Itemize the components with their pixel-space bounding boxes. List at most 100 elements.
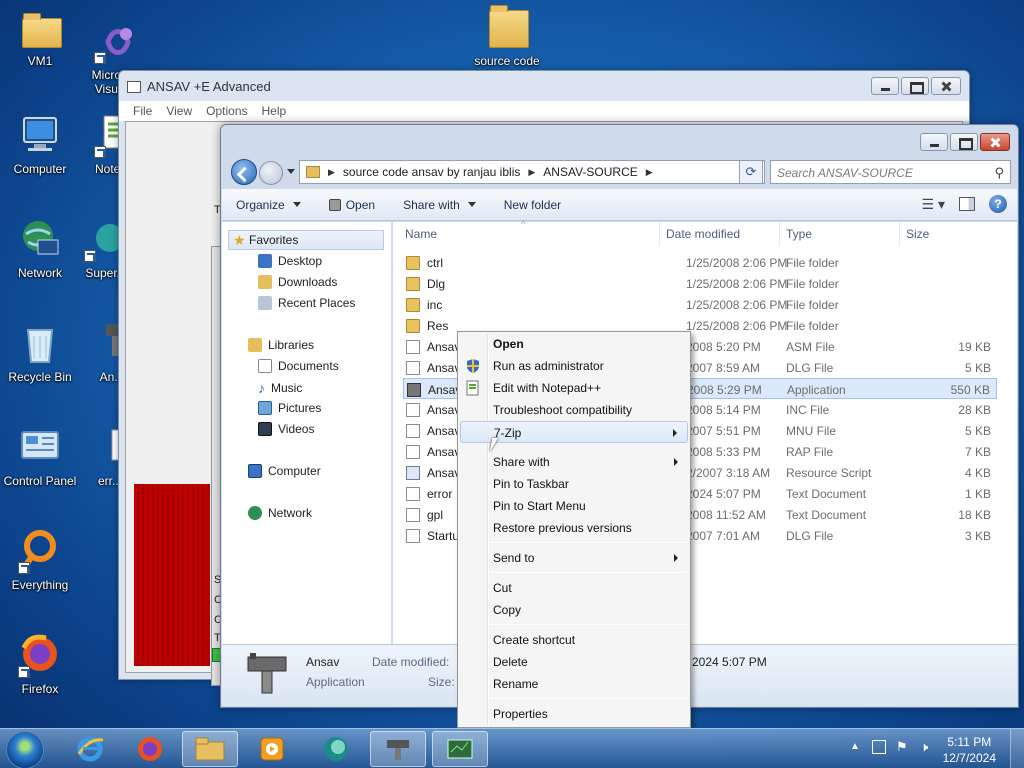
menu-item-open[interactable]: Open bbox=[460, 333, 688, 355]
close-button[interactable] bbox=[980, 133, 1010, 151]
nav-recent-places[interactable]: Recent Places bbox=[258, 296, 355, 310]
share-with-button[interactable]: Share with bbox=[389, 189, 490, 220]
menu-options[interactable]: Options bbox=[206, 104, 247, 118]
breadcrumb-arrow-icon[interactable]: ▶ bbox=[328, 167, 335, 178]
menu-item-cut[interactable]: Cut bbox=[460, 577, 688, 599]
menu-item-pin-taskbar[interactable]: Pin to Taskbar bbox=[460, 473, 688, 495]
desktop-icon-source-code[interactable]: source code bbox=[467, 5, 547, 68]
breadcrumb-parent[interactable]: source code ansav by ranjau iblis bbox=[343, 165, 520, 179]
organize-button[interactable]: Organize bbox=[222, 189, 315, 220]
nav-network[interactable]: Network bbox=[248, 506, 312, 520]
address-bar[interactable]: ▶ source code ansav by ranjau iblis ▶ AN… bbox=[299, 160, 765, 184]
menu-view[interactable]: View bbox=[166, 104, 192, 118]
action-center-flag-icon[interactable]: ⚑ bbox=[896, 739, 908, 755]
open-button[interactable]: Open bbox=[315, 189, 389, 220]
taskbar-clock[interactable]: 5:11 PM 12/7/2024 bbox=[943, 734, 996, 766]
minimize-button[interactable] bbox=[871, 77, 899, 95]
back-button[interactable] bbox=[231, 159, 257, 185]
control-panel-icon bbox=[18, 426, 62, 470]
desktop-icon-computer[interactable]: Computer bbox=[0, 114, 80, 176]
nav-documents[interactable]: Documents bbox=[258, 359, 339, 373]
nav-item-label: Documents bbox=[278, 359, 339, 373]
column-date-modified[interactable]: Date modified bbox=[666, 227, 740, 241]
search-icon[interactable]: ⚲ bbox=[994, 165, 1004, 181]
ansav-titlebar[interactable]: ANSAV +E Advanced bbox=[119, 71, 969, 101]
maximize-button[interactable] bbox=[950, 133, 978, 151]
close-button[interactable] bbox=[931, 77, 961, 95]
taskbar-app-window-button[interactable] bbox=[432, 731, 488, 767]
taskbar-ie-button[interactable] bbox=[62, 731, 118, 767]
desktop-icon-vm1[interactable]: VM1 bbox=[0, 6, 80, 68]
menu-item-send-to[interactable]: Send to bbox=[460, 547, 688, 569]
menu-item-share-with[interactable]: Share with bbox=[460, 451, 688, 473]
ansav-window-title: ANSAV +E Advanced bbox=[147, 79, 271, 94]
nav-item-label: Downloads bbox=[278, 275, 338, 289]
desktop-icon-recycle-bin[interactable]: Recycle Bin bbox=[0, 322, 80, 384]
menu-item-run-as-admin[interactable]: Run as administrator bbox=[460, 355, 688, 377]
details-date-label: Date modified: bbox=[372, 655, 450, 669]
menu-item-delete[interactable]: Delete bbox=[460, 651, 688, 673]
file-row[interactable]: ctrl 1/25/2008 2:06 PM File folder bbox=[403, 252, 997, 273]
menu-item-label: Delete bbox=[493, 655, 528, 669]
menu-item-label: Edit with Notepad++ bbox=[493, 381, 602, 395]
file-row[interactable]: Dlg 1/25/2008 2:06 PM File folder bbox=[403, 273, 997, 294]
ansav-caption-buttons bbox=[871, 77, 961, 95]
menu-item-troubleshoot[interactable]: Troubleshoot compatibility bbox=[460, 399, 688, 421]
volume-muted-icon[interactable]: 🕨 bbox=[920, 739, 928, 755]
forward-button[interactable] bbox=[259, 161, 283, 185]
menu-item-restore-versions[interactable]: Restore previous versions bbox=[460, 517, 688, 539]
breadcrumb-arrow-icon[interactable]: ▶ bbox=[528, 167, 535, 178]
star-icon: ★ bbox=[233, 232, 246, 248]
taskbar-firefox-button[interactable] bbox=[122, 731, 178, 767]
minimize-button[interactable] bbox=[920, 133, 948, 151]
taskbar-media-player-button[interactable] bbox=[244, 731, 300, 767]
breadcrumb-current[interactable]: ANSAV-SOURCE bbox=[543, 165, 637, 179]
preview-pane-icon[interactable] bbox=[959, 197, 975, 211]
taskbar-ansav-button[interactable] bbox=[370, 731, 426, 767]
nav-libraries[interactable]: Libraries bbox=[248, 338, 314, 352]
column-size[interactable]: Size bbox=[906, 227, 929, 241]
menu-file[interactable]: File bbox=[133, 104, 152, 118]
desktop-icon-firefox[interactable]: Firefox bbox=[0, 634, 80, 696]
menu-item-pin-start[interactable]: Pin to Start Menu bbox=[460, 495, 688, 517]
menu-item-create-shortcut[interactable]: Create shortcut bbox=[460, 629, 688, 651]
ansav-gun-icon bbox=[387, 740, 409, 760]
show-desktop-button[interactable] bbox=[1010, 729, 1024, 768]
network-tray-icon[interactable] bbox=[872, 740, 886, 754]
breadcrumb-arrow-icon[interactable]: ▶ bbox=[646, 167, 653, 178]
start-button[interactable] bbox=[6, 731, 44, 768]
menu-item-properties[interactable]: Properties bbox=[460, 703, 688, 725]
column-name[interactable]: Name bbox=[405, 227, 437, 241]
new-folder-label: New folder bbox=[503, 197, 562, 212]
menu-item-copy[interactable]: Copy bbox=[460, 599, 688, 621]
desktop-icon-control-panel[interactable]: Control Panel bbox=[0, 426, 80, 488]
maximize-button[interactable] bbox=[901, 77, 929, 95]
file-row[interactable]: inc 1/25/2008 2:06 PM File folder bbox=[403, 294, 997, 315]
refresh-button[interactable]: ⟳ bbox=[739, 160, 763, 184]
column-type[interactable]: Type bbox=[786, 227, 812, 241]
nav-downloads[interactable]: Downloads bbox=[258, 275, 337, 289]
help-icon[interactable]: ? bbox=[989, 195, 1007, 213]
taskbar-explorer-button[interactable] bbox=[182, 731, 238, 767]
menu-item-rename[interactable]: Rename bbox=[460, 673, 688, 695]
menu-help[interactable]: Help bbox=[262, 104, 287, 118]
navigation-pane: ★ Favorites Desktop Downloads Recent Pla… bbox=[222, 222, 392, 645]
view-options-icon[interactable]: ☰ ▾ bbox=[922, 196, 945, 213]
file-type: File folder bbox=[786, 298, 839, 312]
menu-item-edit-notepadpp[interactable]: Edit with Notepad++ bbox=[460, 377, 688, 399]
taskbar-app-teal-button[interactable] bbox=[308, 731, 364, 767]
show-hidden-icons-chevron-icon[interactable]: ▲ bbox=[850, 741, 860, 752]
computer-icon bbox=[18, 114, 62, 158]
desktop-icon-everything[interactable]: Everything bbox=[0, 530, 80, 592]
nav-videos[interactable]: Videos bbox=[258, 422, 314, 436]
nav-computer[interactable]: Computer bbox=[248, 464, 321, 478]
search-input[interactable]: Search ANSAV-SOURCE ⚲ bbox=[770, 160, 1011, 184]
nav-desktop[interactable]: Desktop bbox=[258, 254, 322, 268]
nav-favorites[interactable]: ★ Favorites bbox=[228, 230, 384, 250]
new-folder-button[interactable]: New folder bbox=[490, 189, 575, 220]
nav-pictures[interactable]: Pictures bbox=[258, 401, 321, 415]
nav-music[interactable]: ♪ Music bbox=[258, 380, 302, 396]
recent-pages-dropdown[interactable] bbox=[287, 169, 295, 174]
file-name: ctrl bbox=[427, 256, 443, 270]
file-name: Dlg bbox=[427, 277, 446, 291]
